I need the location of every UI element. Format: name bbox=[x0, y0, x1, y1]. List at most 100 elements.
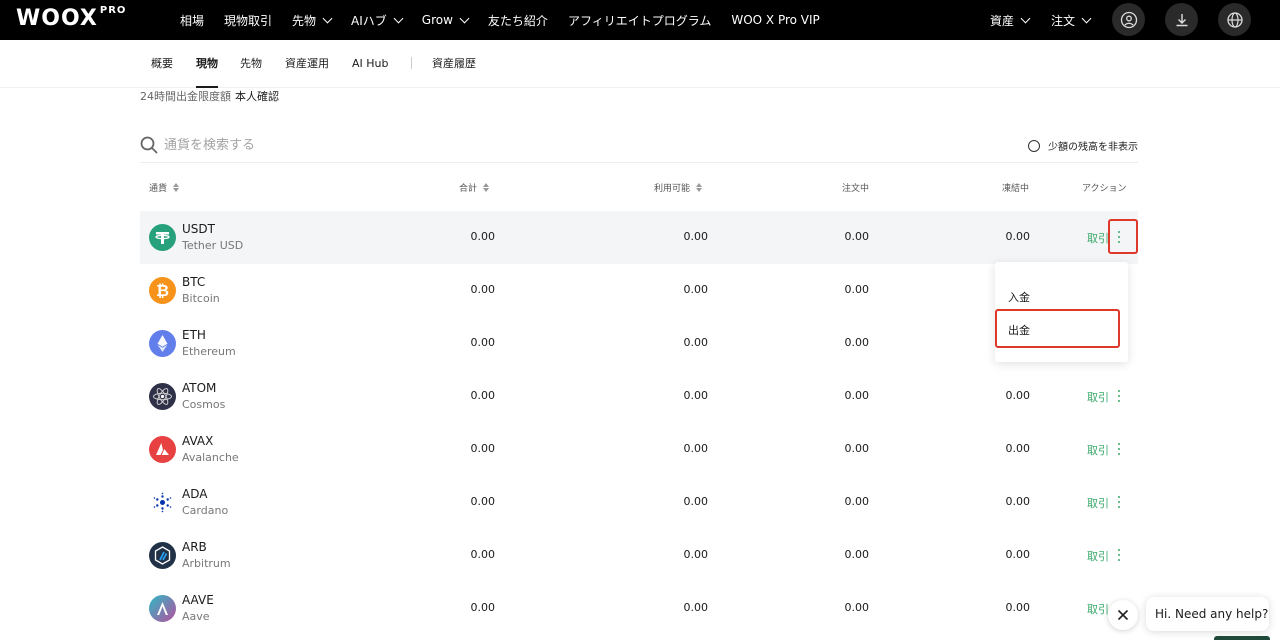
eth-coin-icon bbox=[149, 330, 176, 357]
radio-icon bbox=[1028, 139, 1040, 152]
trade-link[interactable]: 取引 bbox=[1087, 601, 1109, 617]
cell-total: 0.00 bbox=[470, 336, 496, 349]
header-available[interactable]: 利用可能 bbox=[654, 181, 703, 194]
coin-name: Arbitrum bbox=[182, 557, 231, 570]
chevron-down-icon bbox=[1020, 13, 1031, 23]
highlight-withdraw-item bbox=[995, 309, 1120, 348]
cell-total: 0.00 bbox=[470, 442, 496, 455]
more-actions-icon[interactable] bbox=[1113, 493, 1125, 511]
globe-icon[interactable] bbox=[1218, 3, 1251, 36]
user-icon[interactable] bbox=[1112, 3, 1145, 36]
nav-item-market[interactable]: 相場 bbox=[180, 12, 204, 29]
chevron-down-icon bbox=[459, 13, 470, 23]
download-icon[interactable] bbox=[1165, 3, 1198, 36]
account-subnav: 概要 現物 先物 資産運用 AI Hub 資産履歴 bbox=[0, 40, 1280, 88]
tab-ai-hub[interactable]: AI Hub bbox=[352, 40, 389, 88]
nav-label: 相場 bbox=[180, 13, 205, 28]
chat-close-button[interactable] bbox=[1108, 600, 1138, 630]
nav-label: 資産 bbox=[990, 13, 1015, 28]
coin-symbol: AAVE bbox=[182, 593, 214, 607]
nav-label: 注文 bbox=[1051, 13, 1076, 28]
deposit-menu-item[interactable]: 入金 bbox=[1008, 289, 1030, 305]
header-label: 注文中 bbox=[842, 184, 870, 194]
arb-coin-icon bbox=[149, 542, 176, 569]
chat-help-bubble[interactable]: Hi. Need any help? bbox=[1146, 597, 1269, 631]
more-actions-icon[interactable] bbox=[1113, 387, 1125, 405]
tab-spot[interactable]: 現物 bbox=[196, 40, 218, 88]
cell-frozen: 0.00 bbox=[1005, 495, 1031, 508]
cell-in-order: 0.00 bbox=[844, 336, 870, 349]
cell-available: 0.00 bbox=[683, 230, 709, 243]
trade-link[interactable]: 取引 bbox=[1087, 442, 1109, 458]
cell-total: 0.00 bbox=[470, 495, 496, 508]
coin-symbol: ETH bbox=[182, 328, 206, 342]
logo-text: WOOX bbox=[16, 6, 98, 31]
trade-link[interactable]: 取引 bbox=[1087, 495, 1109, 511]
cell-available: 0.00 bbox=[683, 336, 709, 349]
atom-coin-icon bbox=[149, 383, 176, 410]
cell-available: 0.00 bbox=[683, 495, 709, 508]
currency-search-input[interactable] bbox=[164, 134, 564, 156]
kyc-link[interactable]: 本人確認 bbox=[235, 90, 279, 103]
header-label: 通貨 bbox=[149, 184, 168, 194]
hide-small-balances-toggle[interactable]: 少額の残高を非表示 bbox=[1028, 138, 1138, 153]
cell-total: 0.00 bbox=[470, 389, 496, 402]
table-row: ATOM Cosmos 0.00 0.00 0.00 0.00 取引 bbox=[140, 370, 1138, 423]
coin-name: Bitcoin bbox=[182, 292, 220, 305]
cell-total: 0.00 bbox=[470, 230, 496, 243]
nav-item-affiliate[interactable]: アフィリエイトプログラム bbox=[568, 12, 711, 29]
sort-icon bbox=[173, 183, 180, 192]
more-actions-icon[interactable] bbox=[1113, 546, 1125, 564]
header-total[interactable]: 合計 bbox=[459, 181, 490, 194]
nav-item-futures[interactable]: 先物 bbox=[292, 12, 333, 29]
cell-available: 0.00 bbox=[683, 283, 709, 296]
header-label: 凍結中 bbox=[1002, 184, 1030, 194]
usdt-coin-icon bbox=[149, 224, 176, 251]
nav-item-referral[interactable]: 友たち紹介 bbox=[488, 12, 548, 29]
nav-item-ai-hub[interactable]: AIハブ bbox=[351, 12, 404, 29]
cell-available: 0.00 bbox=[683, 389, 709, 402]
cell-total: 0.00 bbox=[470, 283, 496, 296]
nav-item-vip[interactable]: WOO X Pro VIP bbox=[731, 13, 819, 27]
tab-futures[interactable]: 先物 bbox=[240, 40, 262, 88]
nav-item-assets[interactable]: 資産 bbox=[990, 12, 1031, 29]
cell-in-order: 0.00 bbox=[844, 230, 870, 243]
cell-total: 0.00 bbox=[470, 548, 496, 561]
chat-widget-launcher[interactable] bbox=[1214, 636, 1270, 640]
chevron-down-icon bbox=[322, 13, 333, 23]
cell-available: 0.00 bbox=[683, 548, 709, 561]
nav-item-orders[interactable]: 注文 bbox=[1051, 12, 1092, 29]
table-row: ADA Cardano 0.00 0.00 0.00 0.00 取引 bbox=[140, 476, 1138, 529]
more-actions-icon[interactable] bbox=[1113, 440, 1125, 458]
tab-overview[interactable]: 概要 bbox=[151, 40, 173, 88]
nav-label: AIハブ bbox=[351, 13, 387, 28]
cell-frozen: 0.00 bbox=[1005, 442, 1031, 455]
header-label: アクション bbox=[1082, 184, 1127, 194]
trade-link[interactable]: 取引 bbox=[1087, 389, 1109, 405]
coin-symbol: ARB bbox=[182, 540, 207, 554]
table-header: 通貨 合計 利用可能 注文中 凍結中 アクション bbox=[140, 175, 1138, 199]
cell-frozen: 0.00 bbox=[1005, 601, 1031, 614]
nav-item-grow[interactable]: Grow bbox=[422, 13, 470, 27]
cell-total: 0.00 bbox=[470, 601, 496, 614]
tab-asset-history[interactable]: 資産履歴 bbox=[432, 40, 476, 88]
cell-frozen: 0.00 bbox=[1005, 389, 1031, 402]
logo-suffix: PRO bbox=[99, 4, 127, 16]
tab-earn[interactable]: 資産運用 bbox=[285, 40, 329, 88]
header-currency[interactable]: 通貨 bbox=[149, 181, 180, 194]
table-row: USDT Tether USD 0.00 0.00 0.00 0.00 取引 bbox=[140, 211, 1138, 264]
coin-name: Avalanche bbox=[182, 451, 239, 464]
trade-link[interactable]: 取引 bbox=[1087, 548, 1109, 564]
woox-pro-logo[interactable]: WOOX PRO bbox=[16, 4, 127, 31]
highlight-more-button bbox=[1108, 219, 1138, 254]
coin-name: Cosmos bbox=[182, 398, 226, 411]
table-row: AAVE Aave 0.00 0.00 0.00 0.00 取引 bbox=[140, 582, 1138, 635]
nav-item-spot-trading[interactable]: 現物取引 bbox=[224, 12, 272, 29]
sort-icon bbox=[696, 183, 703, 192]
top-navigation-bar: WOOX PRO 相場 現物取引 先物 AIハブ Grow 友たち紹介 アフィリエ… bbox=[0, 0, 1280, 40]
withdrawal-limit-label: 24時間出金限度額 bbox=[140, 90, 231, 103]
nav-label: アフィリエイトプログラム bbox=[567, 13, 712, 28]
header-label: 利用可能 bbox=[654, 184, 691, 194]
trade-link[interactable]: 取引 bbox=[1087, 230, 1109, 246]
cell-in-order: 0.00 bbox=[844, 442, 870, 455]
